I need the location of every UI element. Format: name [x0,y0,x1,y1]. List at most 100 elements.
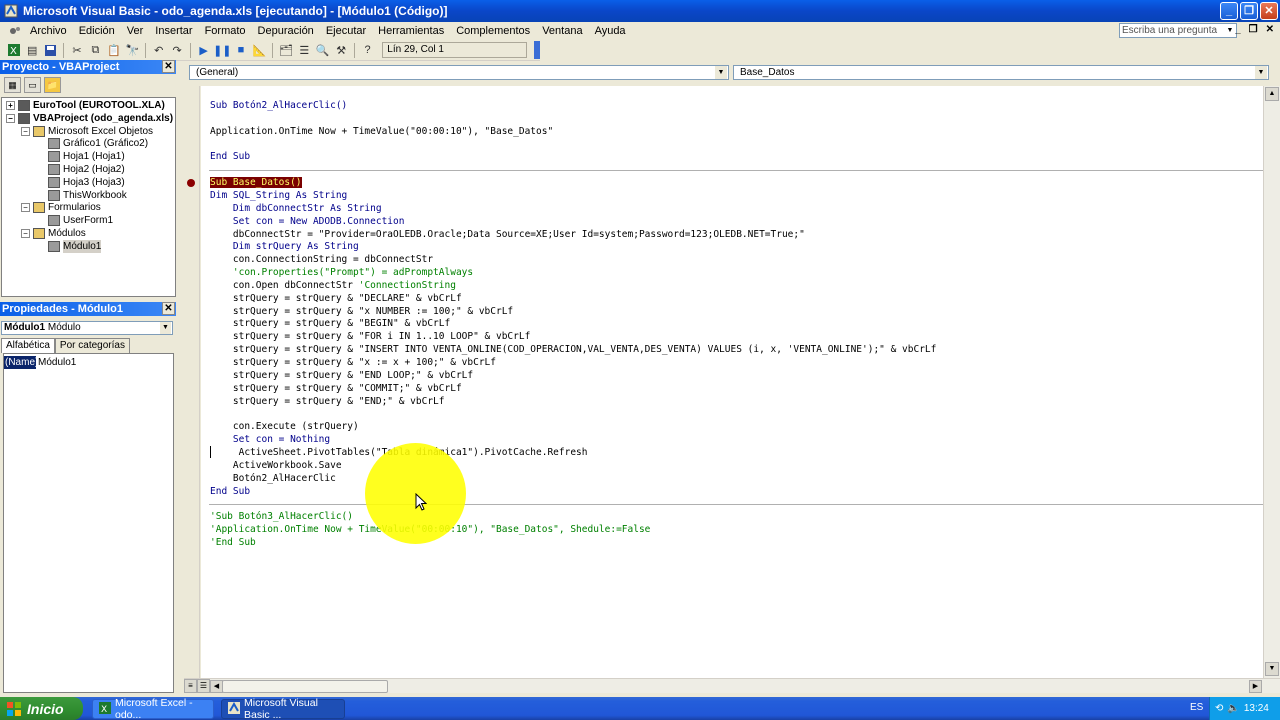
cut-icon[interactable]: ✂ [69,42,84,58]
collapse-icon[interactable]: − [21,203,30,213]
code-line[interactable]: Dim strQuery As String [210,240,359,253]
code-line[interactable]: strQuery = strQuery & "BEGIN" & vbCrLf [210,317,450,330]
tree-item[interactable]: Hoja1 (Hoja1) [36,150,125,163]
redo-icon[interactable]: ↷ [169,42,184,58]
task-vba[interactable]: Microsoft Visual Basic ... [221,697,345,720]
menu-ver[interactable]: Ver [121,25,150,37]
language-indicator[interactable]: ES [1190,702,1203,713]
procedure-combo[interactable]: Base_Datos ▼ [733,65,1269,80]
copy-icon[interactable]: ⧉ [88,42,103,58]
collapse-icon[interactable]: − [6,113,15,123]
tree-item[interactable]: Módulo1 [36,239,102,253]
project-tree[interactable]: + EuroTool (EUROTOOL.XLA) − VBAProject (odo… [1,97,176,297]
procedure-view-icon[interactable]: ≡ [184,679,197,693]
horizontal-scroll-thumb[interactable] [222,680,388,693]
code-line[interactable]: con.ConnectionString = dbConnectStr [210,253,433,266]
code-line[interactable]: Dim SQL_String As String [210,189,347,202]
help-icon[interactable]: ? [360,42,375,58]
task-excel[interactable]: X Microsoft Excel - odo... [92,697,214,720]
code-line[interactable]: 'Sub Botón3_AlHacerClic() [210,510,353,523]
menu-herramientas[interactable]: Herramientas [372,25,450,37]
toolbar-grip[interactable] [534,41,541,59]
code-line[interactable]: Set con = Nothing [210,433,330,446]
menu-ejecutar[interactable]: Ejecutar [320,25,372,37]
code-line[interactable]: con.Execute (strQuery) [210,420,359,433]
close-properties-panel-button[interactable]: ✕ [162,302,175,315]
code-line[interactable]: strQuery = strQuery & "FOR i IN 1..10 LO… [210,330,530,343]
tree-item[interactable]: − Microsoft Excel Objetos [21,125,153,138]
object-browser-icon[interactable]: 🔍 [315,42,330,58]
view-code-button[interactable]: ▦ [4,77,21,93]
volume-icon[interactable]: 🔈 [1227,703,1239,714]
tree-item[interactable]: − Módulos [21,227,86,240]
stop-icon[interactable]: ■ [233,42,248,58]
chevron-down-icon[interactable]: ▼ [1225,25,1235,36]
code-line[interactable]: strQuery = strQuery & "COMMIT;" & vbCrLf [210,382,462,395]
close-button[interactable]: ✕ [1260,2,1278,20]
module-menu-icon[interactable] [6,23,24,39]
chevron-down-icon[interactable]: ▼ [1255,66,1267,79]
code-line[interactable]: strQuery = strQuery & "END;" & vbCrLf [210,395,445,408]
code-line[interactable]: dbConnectStr = "Provider=OraOLEDB.Oracle… [210,228,805,241]
menu-depuracion[interactable]: Depuración [252,25,320,37]
code-line[interactable]: Sub Botón2_AlHacerClic() [210,99,347,112]
menu-ayuda[interactable]: Ayuda [589,25,632,37]
menu-complementos[interactable]: Complementos [450,25,536,37]
tree-item[interactable]: − VBAProject (odo_agenda.xls) [6,112,173,125]
code-line[interactable]: 'con.Properties("Prompt") = adPromptAlwa… [210,266,473,279]
save-icon[interactable] [43,42,58,58]
tree-item[interactable]: ThisWorkbook [36,189,127,202]
toggle-folders-button[interactable]: 📁 [44,77,61,93]
tree-item[interactable]: Gráfico1 (Gráfico2) [36,137,148,150]
ask-question-input[interactable]: Escriba una pregunta ▼ [1119,23,1237,38]
code-editor[interactable]: Sub Botón2_AlHacerClic() Application.OnTi… [201,86,1263,678]
toolbox-icon[interactable]: ⚒ [333,42,348,58]
code-line[interactable]: End Sub [210,485,250,498]
full-module-view-icon[interactable]: ☰ [197,679,210,693]
chevron-down-icon[interactable]: ▼ [715,66,727,79]
breakpoint-icon[interactable] [187,179,195,187]
maximize-button[interactable]: ❐ [1240,2,1258,20]
close-project-panel-button[interactable]: ✕ [162,60,175,73]
code-line[interactable]: strQuery = strQuery & "INSERT INTO VENTA… [210,343,937,356]
code-line[interactable]: Botón2_AlHacerClic [210,472,336,485]
project-panel-title[interactable]: Proyecto - VBAProject ✕ [0,60,176,74]
code-line[interactable]: strQuery = strQuery & "x NUMBER := 100;"… [210,305,513,318]
start-button[interactable]: Inicio [0,697,83,720]
object-combo[interactable]: (General) ▼ [189,65,729,80]
tree-item[interactable]: + EuroTool (EUROTOOL.XLA) [6,99,165,112]
undo-icon[interactable]: ↶ [151,42,166,58]
project-explorer-icon[interactable]: 🗂 [278,42,293,58]
property-row[interactable]: (Name) Módulo1 [4,356,76,369]
menu-formato[interactable]: Formato [199,25,252,37]
property-value[interactable]: Módulo1 [36,356,76,369]
code-margin[interactable] [184,86,200,678]
menu-insertar[interactable]: Insertar [149,25,198,37]
view-excel-icon[interactable]: X [6,42,21,58]
code-line[interactable]: ActiveWorkbook.Save [210,459,342,472]
properties-window-icon[interactable]: ☰ [297,42,312,58]
object-select[interactable]: Módulo1 Módulo ▼ [1,321,173,335]
collapse-icon[interactable]: − [21,126,30,136]
code-line[interactable]: strQuery = strQuery & "DECLARE" & vbCrLf [210,292,462,305]
code-line[interactable]: strQuery = strQuery & "x := x + 100;" & … [210,356,496,369]
chevron-down-icon[interactable]: ▼ [160,322,171,334]
vba-app-icon[interactable] [3,3,19,19]
scroll-right-icon[interactable]: ▶ [1249,680,1262,693]
code-line[interactable]: Set con = New ADODB.Connection [210,215,405,228]
tree-item[interactable]: − Formularios [21,201,101,214]
run-icon[interactable]: ▶ [196,42,211,58]
scroll-up-icon[interactable]: ▲ [1265,87,1279,101]
design-mode-icon[interactable]: 📐 [252,42,267,58]
mdi-restore-button[interactable]: ❐ [1249,24,1258,35]
code-line[interactable]: End Sub [210,150,250,163]
menu-ventana[interactable]: Ventana [536,25,588,37]
code-line[interactable]: con.Open dbConnectStr 'ConnectionString [210,279,456,292]
code-line[interactable]: Application.OnTime Now + TimeValue("00:0… [210,125,553,138]
paste-icon[interactable]: 📋 [106,42,121,58]
mdi-minimize-button[interactable]: _ [1235,24,1241,35]
code-line[interactable]: strQuery = strQuery & "END LOOP;" & vbCr… [210,369,473,382]
properties-panel-title[interactable]: Propiedades - Módulo1 ✕ [0,302,176,316]
find-icon[interactable]: 🔭 [125,42,140,58]
horizontal-scrollbar[interactable]: ≡ ☰ ◀ ▶ [184,678,1280,693]
